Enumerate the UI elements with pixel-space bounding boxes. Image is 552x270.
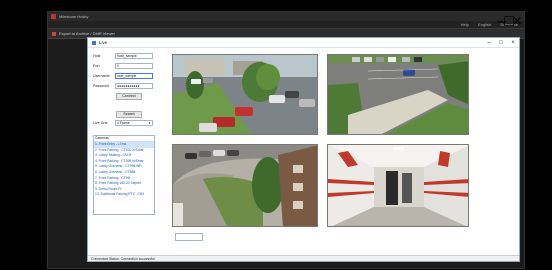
password-label: Password: [93, 84, 109, 88]
menu-help[interactable]: Help: [461, 22, 469, 27]
dialog-title: Live: [99, 40, 108, 45]
connect-button[interactable]: Connect: [116, 93, 142, 100]
password-input[interactable]: ●●●●●●●●●●●: [115, 83, 153, 89]
layout-select-value: 4 Frame: [117, 121, 130, 125]
app-title: Milestone Husky: [59, 14, 89, 19]
app-logo-icon: [51, 14, 56, 19]
camera-feed-3[interactable]: [172, 144, 318, 227]
menu-language[interactable]: English: [478, 22, 491, 27]
timestamp-box[interactable]: [175, 233, 203, 241]
port-input[interactable]: 0: [115, 63, 153, 69]
screen: Milestone Husky Help English Subscribe –…: [0, 0, 552, 270]
camera-feed-1-image: [173, 55, 317, 134]
chevron-down-icon: ▼: [148, 121, 151, 125]
layout-select[interactable]: 4 Frame ▼: [115, 120, 153, 126]
dialog-minimize-icon[interactable]: –: [483, 38, 495, 48]
camera-feed-2[interactable]: [327, 54, 469, 135]
camera-list-item[interactable]: 10. Southeast Parking PTZ - CB3: [94, 192, 154, 198]
camera-feed-1[interactable]: [172, 54, 318, 135]
host-input[interactable]: fluxit_sample: [115, 53, 153, 59]
layout-label: Live Grid: [93, 121, 108, 125]
port-label: Port: [93, 64, 100, 68]
dialog-titlebar: Live – □ ×: [88, 38, 519, 48]
camera-feed-2-image: [328, 55, 468, 134]
camera-feed-3-image: [173, 145, 317, 226]
app-menubar: Help English Subscribe: [48, 21, 524, 29]
app-titlebar: Milestone Husky: [48, 12, 524, 21]
camera-list[interactable]: Cameras 1. Front Entry - L7ma 2. Front Pa…: [93, 135, 155, 215]
host-label: Host: [93, 54, 101, 58]
username-input[interactable]: user_sample: [115, 73, 153, 79]
live-dialog: Live – □ × Host fluxit_sample Port 0 Use…: [87, 37, 520, 262]
dialog-close-icon[interactable]: ×: [507, 38, 519, 48]
username-label: Username: [93, 74, 110, 78]
subwindow-icon: [52, 32, 56, 36]
dialog-maximize-icon[interactable]: □: [495, 38, 507, 48]
app-window: Milestone Husky Help English Subscribe –…: [47, 11, 525, 269]
status-bar: Connection Status: Connection successful: [88, 255, 519, 261]
camera-feed-4[interactable]: [327, 144, 469, 227]
dialog-icon: [92, 41, 96, 45]
search-button[interactable]: Search: [116, 111, 142, 118]
camera-feed-4-image: [328, 145, 468, 226]
